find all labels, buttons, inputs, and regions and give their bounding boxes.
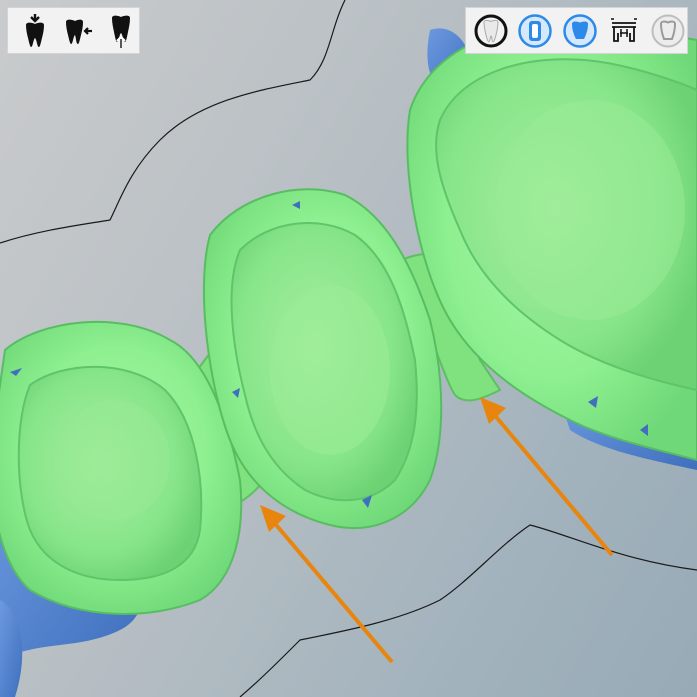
crown-outline-button[interactable]: [650, 12, 687, 50]
scene[interactable]: [0, 0, 697, 697]
margin-line-ring-icon: [474, 14, 508, 47]
toolbar-right: [465, 7, 688, 54]
tooth-insertion-direction-button[interactable]: [17, 12, 54, 50]
arrow-left-head: [260, 505, 286, 532]
tooth-move-adjacent-icon: [66, 19, 92, 44]
crown-outline-icon: [651, 14, 685, 47]
crown-right[interactable]: [406, 23, 697, 462]
tooth-move-adjacent-button[interactable]: [60, 12, 97, 50]
3d-viewport[interactable]: [0, 0, 697, 697]
tooth-root-up-icon: [111, 15, 130, 48]
crown-button[interactable]: [561, 12, 598, 50]
crown-icon: [562, 13, 597, 48]
bridge-connector-icon: [610, 17, 637, 42]
die-button[interactable]: [516, 12, 553, 50]
bridge-connector-button[interactable]: [605, 12, 642, 50]
tooth-insertion-direction-icon: [26, 13, 45, 47]
arrow-left-shaft: [270, 518, 394, 664]
toolbar-left: [7, 7, 140, 54]
die-icon: [518, 13, 552, 48]
margin-line-button[interactable]: [472, 12, 509, 50]
arrow-right-head: [480, 397, 506, 424]
tooth-root-up-button[interactable]: [102, 12, 139, 50]
